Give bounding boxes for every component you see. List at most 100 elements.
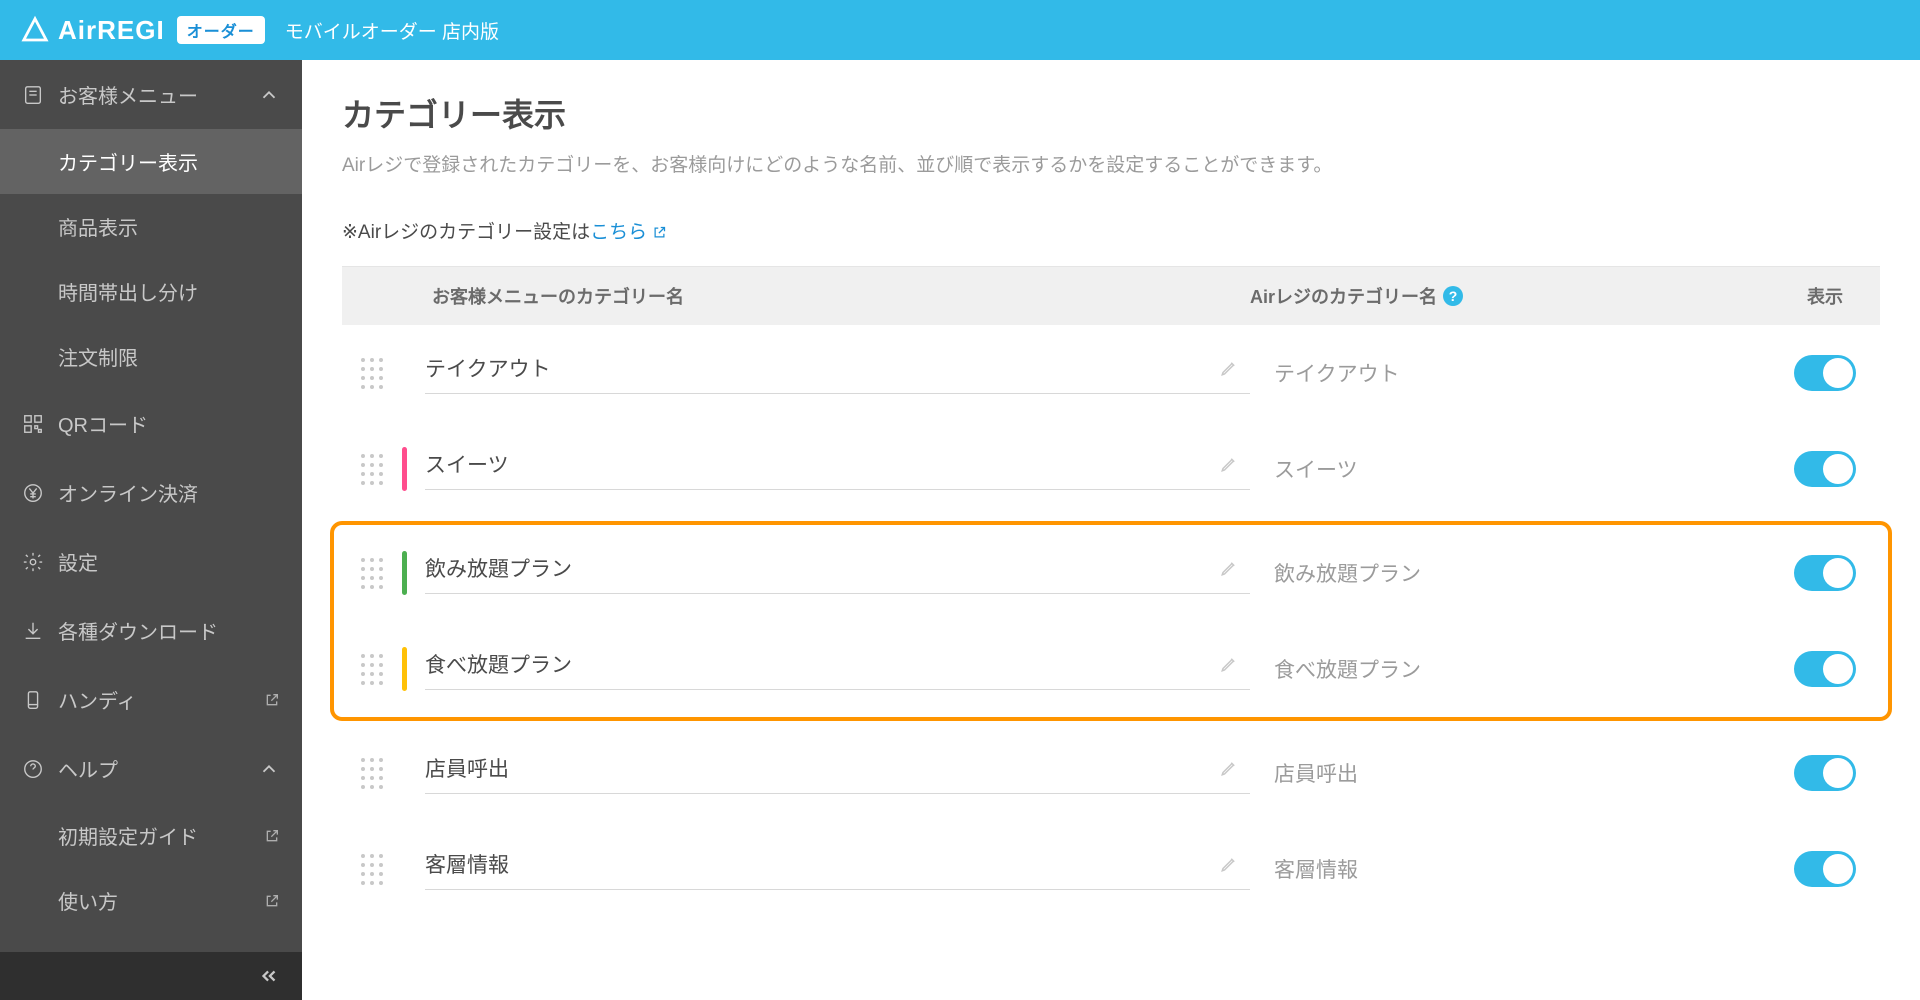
help-icon	[22, 758, 44, 780]
sidebar-item-downloads[interactable]: 各種ダウンロード	[0, 596, 302, 665]
settings-note: ※Airレジのカテゴリー設定はこちら	[342, 217, 1880, 244]
sidebar-item-label: QRコード	[58, 409, 148, 438]
display-toggle[interactable]	[1794, 355, 1856, 391]
sidebar-item-order-limit[interactable]: 注文制限	[0, 324, 302, 389]
sidebar-item-label: 商品表示	[58, 212, 138, 241]
category-color-bar	[402, 847, 407, 891]
drag-handle[interactable]	[342, 454, 402, 485]
name-cell: 食べ放題プラン	[402, 647, 1250, 691]
drag-dots-icon	[361, 758, 383, 789]
display-toggle-cell	[1770, 755, 1880, 791]
chevron-up-icon	[258, 758, 280, 780]
drag-handle[interactable]	[342, 358, 402, 389]
page-description: Airレジで登録されたカテゴリーを、お客様向けにどのような名前、並び順で表示する…	[342, 150, 1880, 177]
name-cell: スイーツ	[402, 447, 1250, 491]
sidebar-item-label: 時間帯出し分け	[58, 277, 198, 306]
category-color-bar	[402, 351, 407, 395]
sidebar-section-customer-menu[interactable]: お客様メニュー	[0, 60, 302, 129]
category-name-input[interactable]: 飲み放題プラン	[425, 553, 1250, 594]
airregi-category-name: テイクアウト	[1250, 358, 1770, 388]
airregi-settings-link[interactable]: こちら	[590, 222, 667, 243]
app-header: AirREGI オーダー モバイルオーダー 店内版	[0, 0, 1920, 60]
pencil-icon	[1220, 759, 1238, 777]
airregi-category-name: 食べ放題プラン	[1250, 654, 1770, 684]
pencil-icon	[1220, 455, 1238, 473]
display-toggle[interactable]	[1794, 555, 1856, 591]
sidebar-item-label: 注文制限	[58, 342, 138, 371]
category-name-input[interactable]: 食べ放題プラン	[425, 649, 1250, 690]
drag-dots-icon	[361, 358, 383, 389]
sidebar-item-category-display[interactable]: カテゴリー表示	[0, 129, 302, 194]
display-toggle[interactable]	[1794, 651, 1856, 687]
drag-dots-icon	[361, 854, 383, 885]
name-cell: テイクアウト	[402, 351, 1250, 395]
sidebar-item-settings[interactable]: 設定	[0, 527, 302, 596]
gear-icon	[22, 551, 44, 573]
page-title: カテゴリー表示	[342, 90, 1880, 136]
sidebar-item-timeband[interactable]: 時間帯出し分け	[0, 259, 302, 324]
drag-dots-icon	[361, 558, 383, 589]
category-row: 飲み放題プラン飲み放題プラン	[342, 525, 1880, 621]
display-toggle-cell	[1770, 651, 1880, 687]
sidebar-item-label: カテゴリー表示	[58, 147, 198, 176]
drag-handle[interactable]	[342, 758, 402, 789]
brand-badge: オーダー	[177, 16, 265, 44]
collapse-icon	[258, 965, 280, 987]
sidebar-item-howto[interactable]: 使い方	[0, 868, 302, 933]
brand-text: AirREGI	[58, 15, 165, 46]
sidebar-item-label: ヘルプ	[58, 754, 118, 783]
category-name-input[interactable]: 店員呼出	[425, 753, 1250, 794]
pencil-icon	[1220, 655, 1238, 673]
help-tooltip-icon[interactable]: ?	[1443, 286, 1463, 306]
sidebar-item-handy[interactable]: ハンディ	[0, 665, 302, 734]
sidebar-item-qrcode[interactable]: QRコード	[0, 389, 302, 458]
drag-handle[interactable]	[342, 654, 402, 685]
download-icon	[22, 620, 44, 642]
category-color-bar	[402, 447, 407, 491]
brand-logo: AirREGI オーダー	[20, 15, 265, 46]
note-link-text: こちら	[590, 222, 647, 243]
sidebar-section-help[interactable]: ヘルプ	[0, 734, 302, 803]
sidebar-item-label: 各種ダウンロード	[58, 616, 218, 645]
sidebar-item-online-payment[interactable]: オンライン決済	[0, 458, 302, 527]
category-color-bar	[402, 551, 407, 595]
display-toggle-cell	[1770, 355, 1880, 391]
chevron-up-icon	[258, 84, 280, 106]
note-prefix: ※Airレジのカテゴリー設定は	[342, 222, 590, 243]
sidebar-item-label: 初期設定ガイド	[58, 821, 198, 850]
airregi-category-name: 飲み放題プラン	[1250, 558, 1770, 588]
category-color-bar	[402, 751, 407, 795]
category-row: 食べ放題プラン食べ放題プラン	[342, 621, 1880, 717]
highlight-box: 飲み放題プラン飲み放題プラン食べ放題プラン食べ放題プラン	[330, 521, 1892, 721]
category-color-bar	[402, 647, 407, 691]
main-content: カテゴリー表示 Airレジで登録されたカテゴリーを、お客様向けにどのような名前、…	[302, 60, 1920, 1000]
category-name-text: 店員呼出	[425, 753, 1220, 783]
sidebar-item-setup-guide[interactable]: 初期設定ガイド	[0, 803, 302, 868]
category-name-input[interactable]: テイクアウト	[425, 353, 1250, 394]
display-toggle[interactable]	[1794, 851, 1856, 887]
sidebar-item-product-display[interactable]: 商品表示	[0, 194, 302, 259]
category-name-text: 客層情報	[425, 849, 1220, 879]
pencil-icon	[1220, 359, 1238, 377]
header-subtitle: モバイルオーダー 店内版	[285, 17, 499, 44]
table-header: お客様メニューのカテゴリー名 Airレジのカテゴリー名 ? 表示	[342, 266, 1880, 325]
sidebar: お客様メニュー カテゴリー表示 商品表示 時間帯出し分け 注文制限 QRコード …	[0, 60, 302, 1000]
sidebar-section-label: お客様メニュー	[58, 80, 198, 109]
external-link-icon	[264, 828, 280, 844]
sidebar-item-label: オンライン決済	[58, 478, 198, 507]
display-toggle-cell	[1770, 555, 1880, 591]
display-toggle[interactable]	[1794, 755, 1856, 791]
category-row: スイーツスイーツ	[342, 421, 1880, 517]
category-name-text: スイーツ	[425, 449, 1220, 479]
menu-icon	[22, 84, 44, 106]
category-name-input[interactable]: 客層情報	[425, 849, 1250, 890]
pencil-icon	[1220, 559, 1238, 577]
category-name-input[interactable]: スイーツ	[425, 449, 1250, 490]
display-toggle[interactable]	[1794, 451, 1856, 487]
category-name-text: テイクアウト	[425, 353, 1220, 383]
airregi-category-name: 店員呼出	[1250, 758, 1770, 788]
sidebar-collapse-button[interactable]	[0, 952, 302, 1000]
drag-handle[interactable]	[342, 558, 402, 589]
external-link-icon	[264, 893, 280, 909]
drag-handle[interactable]	[342, 854, 402, 885]
